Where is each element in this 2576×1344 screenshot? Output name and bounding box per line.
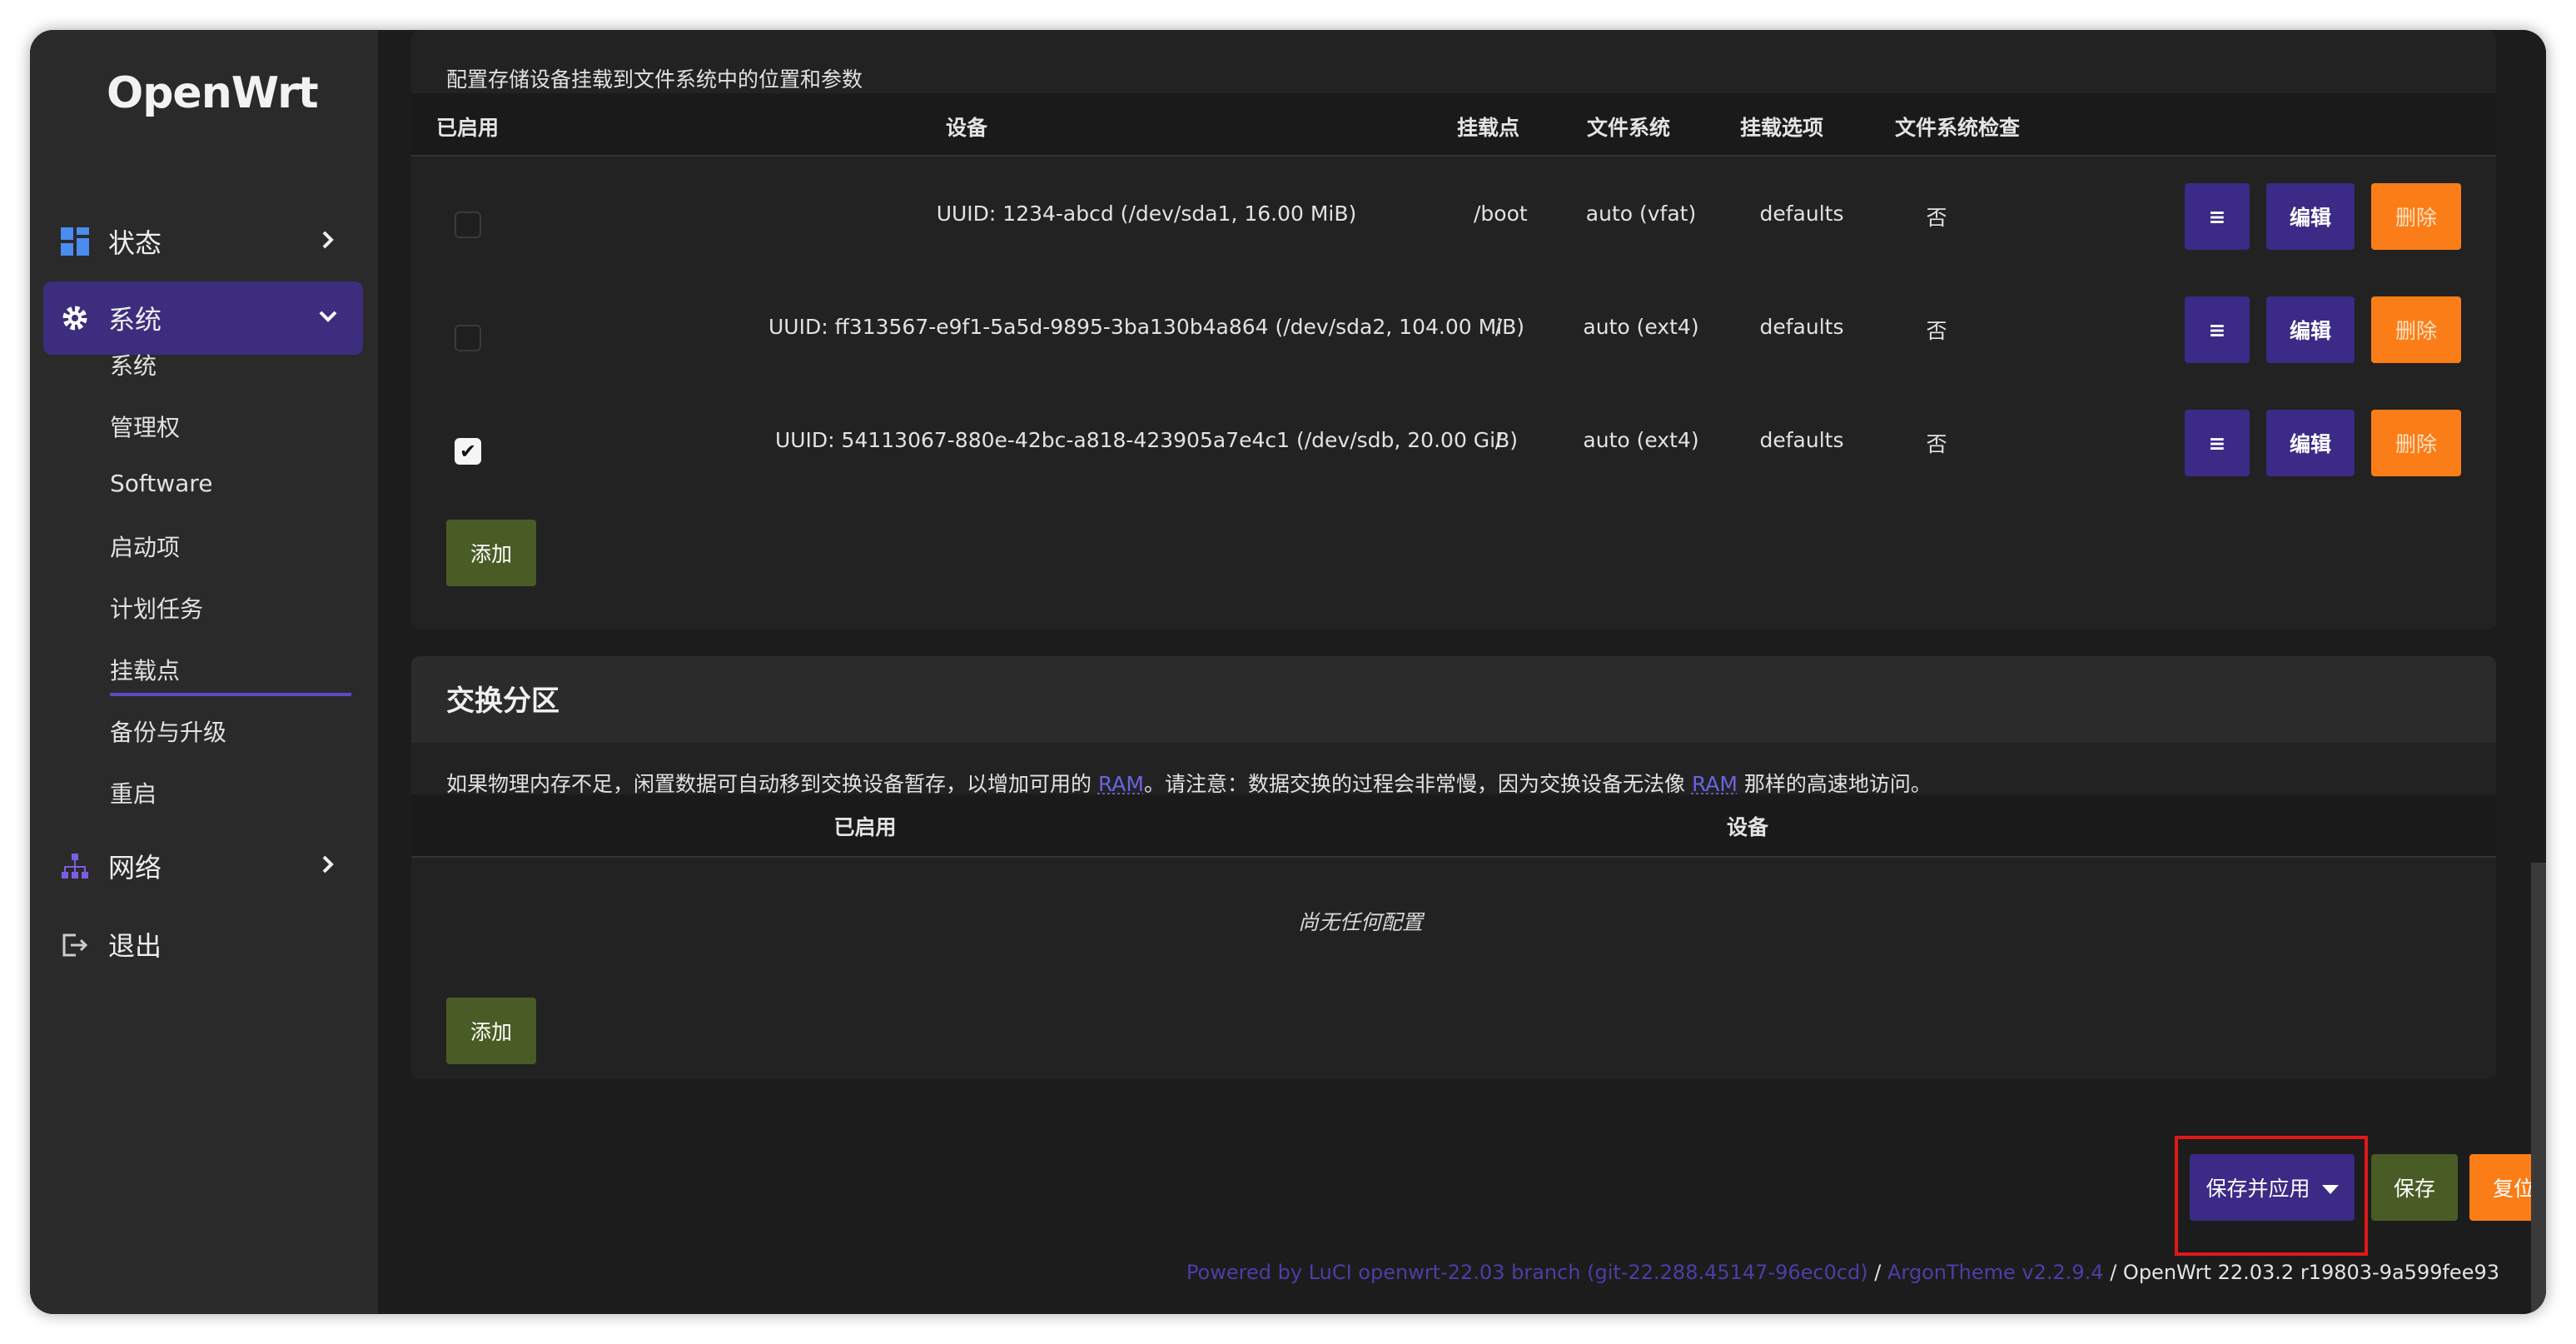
swap-header: 交换分区 bbox=[411, 656, 2496, 743]
swap-table-header: 已启用 设备 bbox=[411, 794, 2496, 858]
th-mountpoint: 挂载点 bbox=[1457, 116, 1520, 140]
chevron-right-icon bbox=[311, 848, 345, 881]
browser-window: OpenWrt 状态 系统 系统 管理权 Software 启动项 计划任务 挂… bbox=[30, 30, 2546, 1314]
drag-handle-button[interactable]: ≡ bbox=[2185, 296, 2250, 363]
firmware-version: OpenWrt 22.03.2 r19803-9a599fee93 bbox=[2122, 1261, 2499, 1284]
sidebar: OpenWrt 状态 系统 系统 管理权 Software 启动项 计划任务 挂… bbox=[30, 30, 378, 1314]
nav-network-label: 网络 bbox=[108, 852, 162, 884]
swap-panel: 交换分区 如果物理内存不足，闲置数据可自动移到交换设备暂存，以增加可用的 RAM… bbox=[411, 656, 2496, 1079]
dashboard-icon bbox=[60, 226, 90, 256]
delete-button[interactable]: 删除 bbox=[2371, 183, 2461, 250]
gear-icon bbox=[60, 303, 90, 333]
mount-description: 配置存储设备挂载到文件系统中的位置和参数 bbox=[446, 67, 863, 92]
swap-title: 交换分区 bbox=[446, 684, 559, 718]
options-cell: defaults bbox=[1759, 315, 1844, 339]
filesystem-cell: auto (ext4) bbox=[1583, 428, 1699, 452]
add-mount-button[interactable]: 添加 bbox=[446, 520, 536, 586]
th-enabled: 已启用 bbox=[436, 116, 500, 140]
chevron-down-icon bbox=[311, 300, 345, 333]
network-icon bbox=[60, 851, 90, 881]
sidebar-item-backup[interactable]: 备份与升级 bbox=[110, 714, 226, 748]
filesystem-cell: auto (vfat) bbox=[1585, 202, 1697, 226]
sidebar-item-reboot[interactable]: 重启 bbox=[110, 776, 157, 809]
swap-empty-message: 尚无任何配置 bbox=[1297, 910, 1423, 934]
openwrt-logo: OpenWrt bbox=[107, 68, 319, 118]
th-device: 设备 bbox=[946, 116, 988, 140]
th-mount-options: 挂载选项 bbox=[1740, 116, 1824, 140]
edit-button[interactable]: 编辑 bbox=[2266, 183, 2355, 250]
drag-handle-button[interactable]: ≡ bbox=[2185, 183, 2250, 250]
nav-system-label: 系统 bbox=[108, 304, 162, 336]
sidebar-item-software[interactable]: Software bbox=[110, 470, 212, 497]
delete-button[interactable]: 删除 bbox=[2371, 296, 2461, 363]
th-swap-enabled: 已启用 bbox=[833, 815, 897, 839]
fsck-cell: 否 bbox=[1926, 432, 1947, 456]
th-filesystem: 文件系统 bbox=[1587, 116, 1671, 140]
delete-button[interactable]: 删除 bbox=[2371, 410, 2461, 476]
drag-handle-button[interactable]: ≡ bbox=[2185, 410, 2250, 476]
nav-network[interactable]: 网络 bbox=[43, 829, 363, 903]
nav-system[interactable]: 系统 bbox=[43, 281, 363, 355]
sidebar-item-startup[interactable]: 启动项 bbox=[110, 530, 180, 563]
highlight-box bbox=[2175, 1136, 2368, 1256]
active-indicator bbox=[110, 693, 351, 696]
fsck-cell: 否 bbox=[1926, 206, 1947, 230]
mount-points-panel: 配置存储设备挂载到文件系统中的位置和参数 已启用 设备 挂载点 文件系统 挂载选… bbox=[411, 30, 2496, 630]
ram-abbr: RAM bbox=[1691, 772, 1738, 796]
options-cell: defaults bbox=[1759, 202, 1844, 226]
th-swap-device: 设备 bbox=[1726, 815, 1768, 839]
sidebar-item-crontab[interactable]: 计划任务 bbox=[110, 591, 203, 625]
main-content: 配置存储设备挂载到文件系统中的位置和参数 已启用 设备 挂载点 文件系统 挂载选… bbox=[378, 30, 2546, 1314]
sidebar-item-system[interactable]: 系统 bbox=[110, 348, 157, 381]
mountpoint-cell: /boot bbox=[1474, 202, 1528, 226]
ram-abbr: RAM bbox=[1097, 772, 1144, 796]
fsck-cell: 否 bbox=[1926, 319, 1947, 343]
save-button[interactable]: 保存 bbox=[2371, 1154, 2458, 1221]
scrollbar[interactable] bbox=[2531, 863, 2546, 1314]
nav-status[interactable]: 状态 bbox=[43, 205, 363, 278]
sidebar-item-mountpoints[interactable]: 挂载点 bbox=[110, 653, 180, 686]
th-fsck: 文件系统检查 bbox=[1895, 116, 2021, 140]
edit-button[interactable]: 编辑 bbox=[2266, 410, 2355, 476]
mountpoint-cell: / bbox=[1494, 315, 1503, 339]
swap-description: 如果物理内存不足，闲置数据可自动移到交换设备暂存，以增加可用的 RAM。请注意：… bbox=[446, 772, 1932, 796]
theme-link[interactable]: ArgonTheme v2.2.9.4 bbox=[1887, 1261, 2104, 1284]
nav-logout-label: 退出 bbox=[108, 930, 162, 962]
add-swap-button[interactable]: 添加 bbox=[446, 998, 536, 1064]
logout-icon bbox=[60, 929, 90, 959]
options-cell: defaults bbox=[1759, 428, 1844, 452]
sidebar-item-admin[interactable]: 管理权 bbox=[110, 410, 180, 443]
chevron-right-icon bbox=[311, 223, 345, 256]
mount-table-header: 已启用 设备 挂载点 文件系统 挂载选项 文件系统检查 bbox=[411, 93, 2496, 157]
luci-link[interactable]: Powered by LuCI openwrt-22.03 branch (gi… bbox=[1186, 1261, 1868, 1284]
edit-button[interactable]: 编辑 bbox=[2266, 296, 2355, 363]
nav-status-label: 状态 bbox=[108, 227, 162, 259]
filesystem-cell: auto (ext4) bbox=[1583, 315, 1699, 339]
footer: Powered by LuCI openwrt-22.03 branch (gi… bbox=[1186, 1261, 2499, 1284]
mountpoint-cell: / bbox=[1494, 428, 1503, 452]
nav-logout[interactable]: 退出 bbox=[43, 908, 363, 981]
